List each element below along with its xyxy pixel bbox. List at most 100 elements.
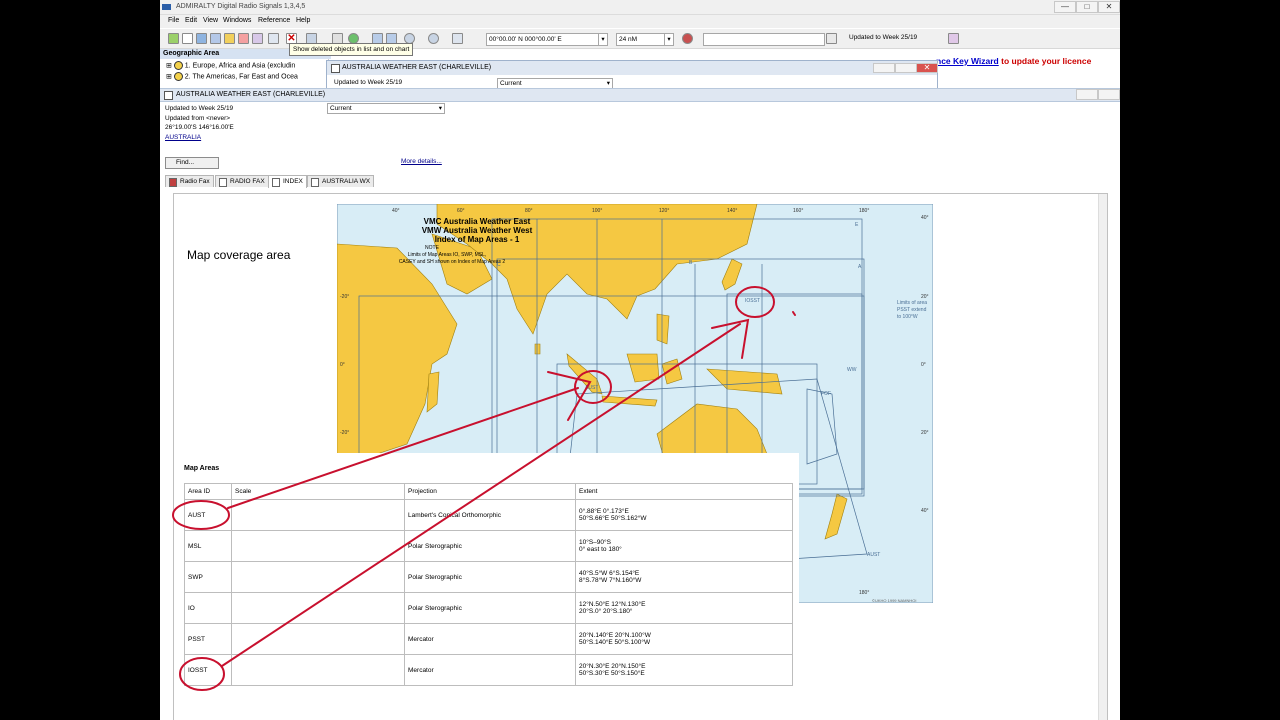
scale-cell bbox=[231, 499, 405, 531]
document-icon bbox=[219, 178, 227, 187]
scale-cell bbox=[231, 592, 405, 624]
chevron-down-icon: ▾ bbox=[438, 105, 442, 112]
range-field[interactable]: 24 nM bbox=[616, 33, 666, 46]
extent-line: 50°S.30°E 50°S.150°E bbox=[579, 670, 645, 677]
area-id-cell: PSST bbox=[184, 623, 232, 655]
licence-key-wizard-link[interactable]: nce Key Wizard bbox=[936, 56, 999, 66]
doc-restore-button[interactable] bbox=[1098, 89, 1120, 100]
close-button[interactable]: ✕ bbox=[1098, 1, 1120, 13]
table-row: SWP Polar Sterographic 40°S.5°W 6°S.154°… bbox=[184, 561, 793, 593]
map-areas-heading: Map Areas bbox=[184, 465, 220, 472]
area-label: AUST bbox=[585, 385, 598, 391]
position-field[interactable]: 00°00.00' N 000°00.00' E bbox=[486, 33, 600, 46]
inner-minimize-button[interactable] bbox=[873, 63, 895, 73]
document-titlebar: AUSTRALIA WEATHER EAST (CHARLEVILLE) bbox=[160, 88, 1120, 102]
menu-help[interactable]: Help bbox=[296, 17, 310, 24]
scale-cell bbox=[231, 561, 405, 593]
lat-label: 40° bbox=[921, 215, 929, 221]
tree-item-label: 2. The Americas, Far East and Ocea bbox=[184, 73, 298, 81]
area-letter: C bbox=[497, 262, 501, 268]
range-spinner[interactable]: ▾ bbox=[664, 33, 674, 46]
globe-icon bbox=[173, 72, 183, 81]
document-info: Updated to Week 25/19 Updated from <neve… bbox=[165, 104, 234, 142]
position-text: 26°19.00'S 146°16.00'E bbox=[165, 124, 234, 131]
expand-icon[interactable]: ⊞ bbox=[166, 62, 172, 69]
inner-close-button[interactable]: ✕ bbox=[916, 63, 938, 73]
extent-line: 20°S.0° 20°S.180° bbox=[579, 608, 633, 615]
extent-line: 50°S.66°E 50°S.162°W bbox=[579, 515, 647, 522]
pss-note: PSST extend bbox=[897, 307, 927, 313]
area-id-cell: AUST bbox=[184, 499, 232, 531]
search-input[interactable] bbox=[703, 33, 825, 46]
updated-to: Updated to Week 25/19 bbox=[165, 105, 234, 112]
table-row: AUST Lambert's Conical Orthomorphic 0°.8… bbox=[184, 499, 793, 531]
document-icon bbox=[331, 64, 340, 73]
find-button[interactable]: Find... bbox=[165, 157, 219, 169]
list-icon[interactable] bbox=[210, 33, 221, 44]
menu-windows[interactable]: Windows bbox=[223, 17, 251, 24]
tab-radio-fax-2[interactable]: RADIO FAX bbox=[215, 175, 269, 187]
grid-icon[interactable] bbox=[252, 33, 263, 44]
tab-index[interactable]: INDEX bbox=[268, 175, 307, 188]
philippines-land bbox=[656, 313, 670, 345]
help-icon[interactable] bbox=[948, 33, 959, 44]
position-spinner[interactable]: ▾ bbox=[598, 33, 608, 46]
open-icon[interactable] bbox=[182, 33, 193, 44]
map-title-3: Index of Map Areas - 1 bbox=[435, 235, 520, 244]
inner-version-select-value: Current bbox=[500, 80, 522, 87]
document-icon bbox=[311, 178, 319, 187]
map-areas-table: Area ID Scale Projection Extent AUST Lam… bbox=[184, 483, 793, 686]
map-copyright: ©UKHO 1999 NAMNHOI bbox=[872, 598, 917, 603]
globe-icon[interactable] bbox=[682, 33, 693, 44]
tab-label: AUSTRALIA WX bbox=[322, 178, 371, 185]
zoom-out-icon[interactable] bbox=[428, 33, 439, 44]
tree-item[interactable]: ⊞ 2. The Americas, Far East and Ocea bbox=[166, 72, 298, 81]
country-link[interactable]: AUSTRALIA bbox=[165, 134, 201, 141]
lat-label: 40° bbox=[921, 508, 929, 514]
menu-edit[interactable]: Edit bbox=[185, 17, 197, 24]
scale-cell bbox=[231, 530, 405, 562]
lock-icon[interactable] bbox=[224, 33, 235, 44]
inner-window-titlebar: AUSTRALIA WEATHER EAST (CHARLEVILLE) ✕ bbox=[327, 61, 938, 75]
header-extent: Extent bbox=[575, 483, 793, 500]
menu-reference[interactable]: Reference bbox=[258, 17, 290, 24]
inner-window: AUSTRALIA WEATHER EAST (CHARLEVILLE) ✕ U… bbox=[326, 60, 938, 91]
abc-icon[interactable] bbox=[268, 33, 279, 44]
more-details-link[interactable]: More details... bbox=[401, 158, 442, 165]
extent-cell: 40°S.5°W 6°S.154°E 8°S.78°W 7°N.160°W bbox=[575, 561, 793, 593]
app-window: ADMIRALTY Digital Radio Signals 1,3,4,5 … bbox=[160, 0, 1120, 720]
new-icon[interactable] bbox=[168, 33, 179, 44]
menu-file[interactable]: File bbox=[168, 17, 179, 24]
header-area-id: Area ID bbox=[184, 483, 232, 500]
table-row: IO Polar Sterographic 12°N.50°E 12°N.130… bbox=[184, 592, 793, 624]
licence-banner: nce Key Wizard to update your licence bbox=[936, 56, 1091, 66]
area-id-cell: MSL bbox=[184, 530, 232, 562]
minimize-button[interactable]: — bbox=[1054, 1, 1076, 13]
pss-note: to 100°W bbox=[897, 314, 918, 320]
extent-cell: 20°N.140°E 20°N.100°W 50°S.140°E 50°S.100… bbox=[575, 623, 793, 655]
sri-lanka-land bbox=[534, 343, 541, 355]
extent-cell: 12°N.50°E 12°N.130°E 20°S.0° 20°S.180° bbox=[575, 592, 793, 624]
tab-radio-fax[interactable]: Radio Fax bbox=[165, 175, 214, 187]
delete-icon[interactable] bbox=[238, 33, 249, 44]
lat-label: -20° bbox=[340, 430, 349, 436]
maximize-button[interactable]: □ bbox=[1076, 1, 1098, 13]
binoculars-icon[interactable] bbox=[826, 33, 837, 44]
lon-label: 120° bbox=[659, 208, 669, 214]
version-select[interactable]: Current ▾ bbox=[327, 103, 445, 114]
doc-minimize-button[interactable] bbox=[1076, 89, 1098, 100]
extent-line: 20°N.140°E 20°N.100°W bbox=[579, 632, 651, 639]
chart-icon[interactable] bbox=[196, 33, 207, 44]
coverage-heading: Map coverage area bbox=[187, 248, 291, 262]
tools-icon[interactable] bbox=[452, 33, 463, 44]
extent-line: 40°S.5°W 6°S.154°E bbox=[579, 570, 640, 577]
expand-icon[interactable]: ⊞ bbox=[166, 73, 172, 80]
inner-window-title: AUSTRALIA WEATHER EAST (CHARLEVILLE) bbox=[342, 64, 492, 71]
area-label: AUST bbox=[867, 552, 880, 558]
tab-australia-wx[interactable]: AUSTRALIA WX bbox=[307, 175, 375, 187]
inner-maximize-button[interactable] bbox=[895, 63, 917, 73]
area-id-cell: SWP bbox=[184, 561, 232, 593]
scrollbar[interactable] bbox=[1098, 194, 1107, 720]
tree-item[interactable]: ⊞ 1. Europe, Africa and Asia (excludin bbox=[166, 61, 295, 70]
menu-view[interactable]: View bbox=[203, 17, 218, 24]
